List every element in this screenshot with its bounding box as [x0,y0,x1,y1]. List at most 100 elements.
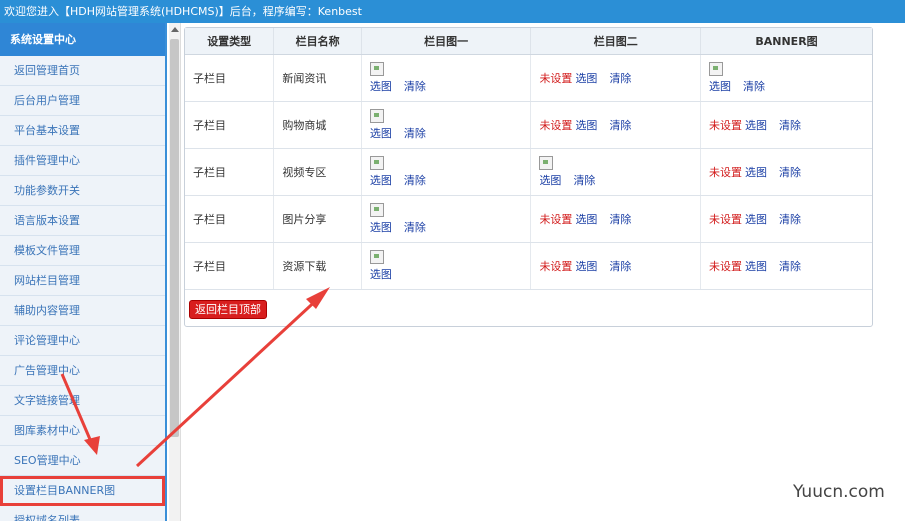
banner-settings-panel: 设置类型 栏目名称 栏目图一 栏目图二 BANNER图 子栏目 新闻资讯 选图 清除 未设置 选图… [184,27,873,327]
broken-image-icon [539,156,554,170]
image-cell: 未设置 选图 清除 [530,242,702,290]
clear-image-link[interactable]: 清除 [404,80,426,93]
table-row: 子栏目 视频专区 选图 清除 选图 清除 未设置 选图 清除 [185,148,872,196]
sidebar-item[interactable]: 文字链接管理 [0,386,165,416]
select-image-link[interactable]: 选图 [370,127,392,140]
unset-label: 未设置 [709,260,743,273]
sidebar-item[interactable]: SEO管理中心 [0,446,165,476]
scroll-thumb[interactable] [170,39,179,437]
sidebar-item[interactable]: 语言版本设置 [0,206,165,236]
column-header: BANNER图 [700,28,872,55]
select-image-link[interactable]: 选图 [745,166,767,179]
select-image-link[interactable]: 选图 [709,80,731,93]
type-cell: 子栏目 [185,242,275,290]
sidebar-item[interactable]: 模板文件管理 [0,236,165,266]
clear-image-link[interactable]: 清除 [573,174,595,187]
clear-image-link[interactable]: 清除 [404,174,426,187]
clear-image-link[interactable]: 清除 [779,213,801,226]
unset-label: 未设置 [539,119,573,132]
select-image-link[interactable]: 选图 [575,213,597,226]
sidebar-item[interactable]: 授权域名列表 [0,506,165,521]
sidebar-item[interactable]: 平台基本设置 [0,116,165,146]
select-image-link[interactable]: 选图 [370,221,392,234]
table-row: 子栏目 资源下载 选图 未设置 选图 清除 未设置 选图 清除 [185,242,872,290]
column-header: 栏目名称 [273,28,362,55]
image-cell: 未设置 选图 清除 [700,242,872,290]
table-row: 子栏目 购物商城 选图 清除 未设置 选图 清除 未设置 选图 清除 [185,101,872,149]
select-image-link[interactable]: 选图 [745,213,767,226]
column-name-cell: 视频专区 [273,148,362,196]
clear-image-link[interactable]: 清除 [743,80,765,93]
image-cell: 未设置 选图 清除 [530,101,702,149]
broken-image-icon [369,109,384,123]
table-row: 子栏目 图片分享 选图 清除 未设置 选图 清除 未设置 选图 清除 [185,195,872,243]
sidebar-title: 系统设置中心 [0,23,165,56]
image-cell: 未设置 选图 清除 [700,195,872,243]
image-cell: 未设置 选图 清除 [530,54,702,102]
clear-image-link[interactable]: 清除 [404,127,426,140]
sidebar: 系统设置中心 返回管理首页 后台用户管理 平台基本设置 插件管理中心 功能参数开关 语言版… [0,23,167,521]
sidebar-item[interactable]: 插件管理中心 [0,146,165,176]
column-header: 栏目图一 [361,28,532,55]
select-image-link[interactable]: 选图 [370,268,392,281]
select-image-link[interactable]: 选图 [575,119,597,132]
sidebar-scrollbar[interactable] [169,23,181,521]
image-cell: 选图 清除 [700,54,872,102]
broken-image-icon [369,156,384,170]
column-header: 栏目图二 [530,28,702,55]
clear-image-link[interactable]: 清除 [609,260,631,273]
image-preview-block: 选图 清除 [369,62,438,94]
clear-image-link[interactable]: 清除 [779,166,801,179]
image-preview-block: 选图 清除 [369,203,438,235]
sidebar-item[interactable]: 网站栏目管理 [0,266,165,296]
select-image-link[interactable]: 选图 [745,260,767,273]
clear-image-link[interactable]: 清除 [609,72,631,85]
clear-image-link[interactable]: 清除 [779,119,801,132]
column-image-table: 设置类型 栏目名称 栏目图一 栏目图二 BANNER图 子栏目 新闻资讯 选图 清除 未设置 选图… [185,28,872,290]
sidebar-item[interactable]: 返回管理首页 [0,56,165,86]
unset-label: 未设置 [709,166,743,179]
column-name-cell: 图片分享 [273,195,362,243]
clear-image-link[interactable]: 清除 [609,119,631,132]
sidebar-item[interactable]: 辅助内容管理 [0,296,165,326]
image-cell: 选图 清除 [361,101,532,149]
select-image-link[interactable]: 选图 [370,80,392,93]
sidebar-item[interactable]: 广告管理中心 [0,356,165,386]
sidebar-item[interactable]: 后台用户管理 [0,86,165,116]
select-image-link[interactable]: 选图 [575,260,597,273]
image-cell: 未设置 选图 清除 [700,148,872,196]
sidebar-item[interactable]: 评论管理中心 [0,326,165,356]
type-cell: 子栏目 [185,54,275,102]
image-preview-block: 选图 清除 [369,109,438,141]
image-preview-block: 选图 清除 [369,156,438,188]
welcome-bar: 欢迎您进入【HDH网站管理系统(HDHCMS)】后台，程序编写：Kenbest [0,0,905,23]
clear-image-link[interactable]: 清除 [779,260,801,273]
type-cell: 子栏目 [185,148,275,196]
image-preview-block: 选图 [369,250,404,282]
sidebar-item[interactable]: 功能参数开关 [0,176,165,206]
select-image-link[interactable]: 选图 [575,72,597,85]
clear-image-link[interactable]: 清除 [404,221,426,234]
select-image-link[interactable]: 选图 [370,174,392,187]
clear-image-link[interactable]: 清除 [609,213,631,226]
image-cell: 选图 清除 [361,148,532,196]
image-preview-block: 选图 清除 [539,156,607,188]
scroll-up-arrow-icon[interactable] [171,27,179,32]
sidebar-item[interactable]: 图库素材中心 [0,416,165,446]
broken-image-icon [709,62,724,76]
back-to-top-button[interactable]: 返回栏目顶部 [189,300,267,319]
column-name-cell: 购物商城 [273,101,362,149]
select-image-link[interactable]: 选图 [539,174,561,187]
sidebar-item[interactable]: 设置栏目BANNER图 [0,476,165,506]
broken-image-icon [369,62,384,76]
column-name-cell: 资源下载 [273,242,362,290]
table-row: 子栏目 新闻资讯 选图 清除 未设置 选图 清除 选图 清除 [185,54,872,102]
image-cell: 选图 清除 [361,54,532,102]
select-image-link[interactable]: 选图 [745,119,767,132]
unset-label: 未设置 [539,72,573,85]
type-cell: 子栏目 [185,195,275,243]
broken-image-icon [369,203,384,217]
type-cell: 子栏目 [185,101,275,149]
unset-label: 未设置 [709,119,743,132]
unset-label: 未设置 [539,213,573,226]
